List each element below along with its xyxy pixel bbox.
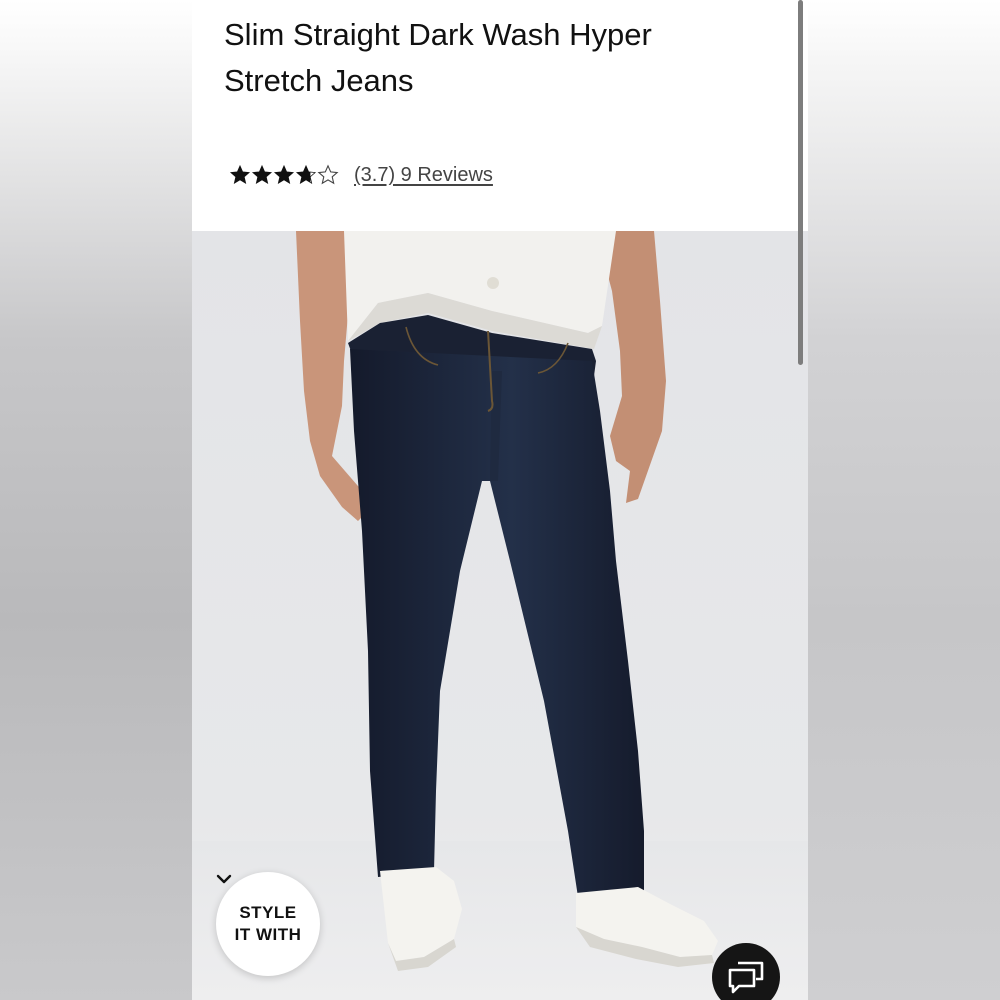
star-rating [229,164,339,186]
star-icon [251,164,273,185]
style-it-with-label-line1: STYLE [239,903,297,922]
style-it-with-button[interactable]: STYLE IT WITH [216,872,320,976]
style-it-with-label-line2: IT WITH [234,925,302,944]
star-icon [295,164,317,185]
rating-row: (3.7) 9 Reviews [229,160,493,190]
reviews-link[interactable]: (3.7) 9 Reviews [354,164,493,187]
star-icon [317,164,339,185]
product-title: Slim Straight Dark Wash Hyper Stretch Je… [224,17,652,98]
product-header: Slim Straight Dark Wash Hyper Stretch Je… [192,0,808,231]
chevron-down-icon [216,874,232,884]
chat-bubbles-icon [728,961,764,994]
product-page: Slim Straight Dark Wash Hyper Stretch Je… [192,0,808,1000]
product-photo: STYLE IT WITH [192,231,808,1000]
backdrop-right [808,0,1000,1000]
star-icon [273,164,295,185]
backdrop-left [0,0,192,1000]
scrollbar[interactable] [798,0,803,365]
star-icon [229,164,251,185]
